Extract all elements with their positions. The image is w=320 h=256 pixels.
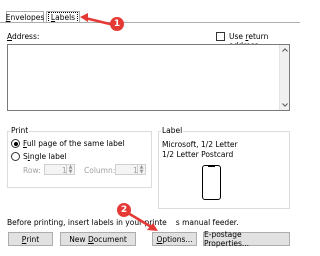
label-vendor: Microsoft, 1/2 Letter xyxy=(162,140,238,149)
tab-strip-line xyxy=(0,22,300,23)
label-preview-icon xyxy=(202,165,221,200)
row-label: Row: xyxy=(23,166,41,175)
print-group-title: Print xyxy=(10,126,30,135)
column-label: Column: xyxy=(84,166,116,175)
single-label-label: Single label xyxy=(23,152,67,161)
single-label-radio[interactable] xyxy=(11,152,20,161)
print-button[interactable]: Print xyxy=(8,232,53,246)
full-page-radio[interactable] xyxy=(11,139,20,148)
address-label: Address: xyxy=(7,32,40,41)
scroll-down-icon[interactable] xyxy=(282,103,288,107)
use-return-address-checkbox[interactable] xyxy=(216,32,225,41)
footer-note: Before printing, insert labels in your p… xyxy=(7,218,239,227)
label-product: 1/2 Letter Postcard xyxy=(162,150,234,159)
scroll-up-icon[interactable] xyxy=(282,48,288,52)
spin-down-icon[interactable]: ▼ xyxy=(140,169,144,175)
full-page-label: Full page of the same label xyxy=(23,139,125,148)
epostage-properties-button[interactable]: E-postage Properties... xyxy=(203,230,290,248)
address-textarea[interactable] xyxy=(7,44,290,111)
spin-down-icon[interactable]: ▼ xyxy=(69,169,73,175)
annotation-arrow-2 xyxy=(127,211,158,231)
column-spinner[interactable]: 1 ▲ ▼ xyxy=(115,164,146,175)
annotation-marker-1: 1 xyxy=(110,17,124,31)
label-group-title: Label xyxy=(161,126,184,135)
address-scrollbar[interactable] xyxy=(279,45,289,110)
row-spinner[interactable]: 1 ▲ ▼ xyxy=(44,164,75,175)
